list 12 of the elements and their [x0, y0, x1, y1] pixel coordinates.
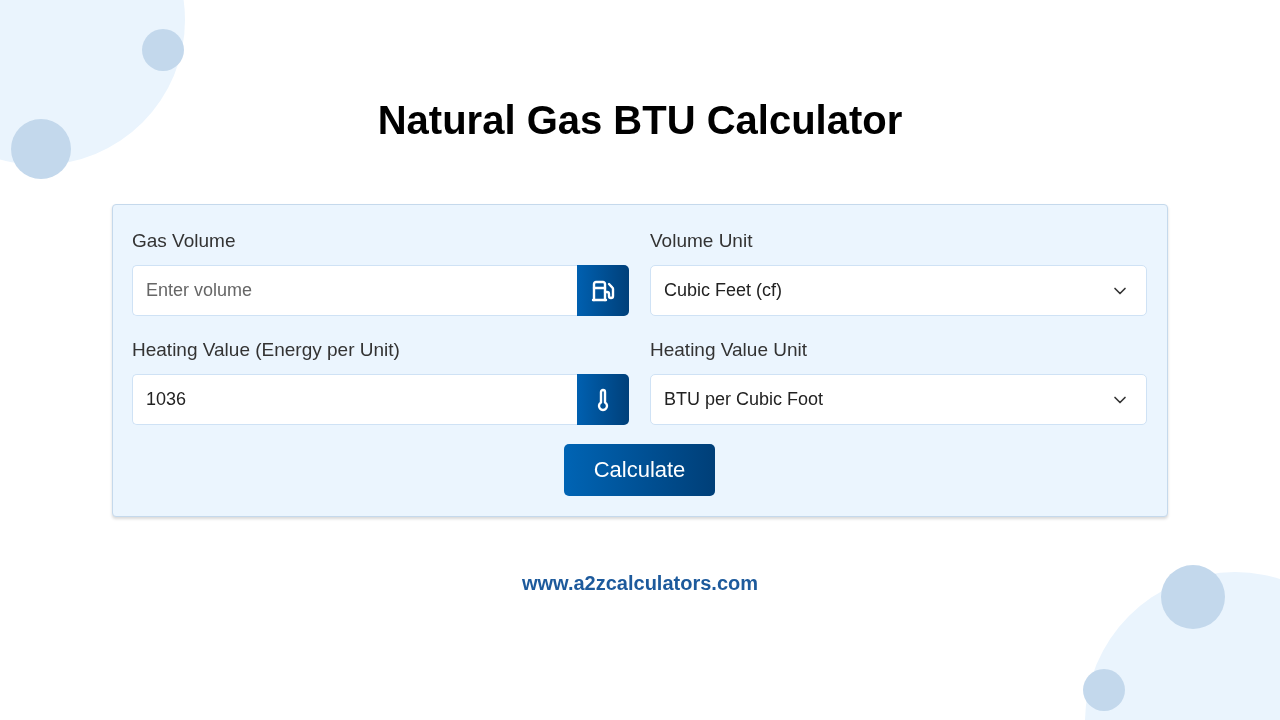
field-label: Gas Volume	[132, 229, 237, 253]
field-label: Volume Unit	[650, 229, 754, 253]
field-label: Heating Value Unit	[650, 338, 809, 362]
input-field[interactable]: 1036	[132, 374, 577, 425]
fuel-pump-icon	[591, 278, 615, 303]
website-link[interactable]: www.a2zcalculators.com	[522, 572, 758, 595]
input-field[interactable]: Enter volume	[132, 265, 577, 316]
dropdown[interactable]: BTU per Cubic Foot	[650, 374, 1147, 425]
dropdown[interactable]: Cubic Feet (cf)	[650, 265, 1147, 316]
calculate-button[interactable]: Calculate	[564, 444, 715, 496]
page-title: Natural Gas BTU Calculator	[377, 97, 903, 144]
field-label: Heating Value (Energy per Unit)	[132, 338, 401, 362]
